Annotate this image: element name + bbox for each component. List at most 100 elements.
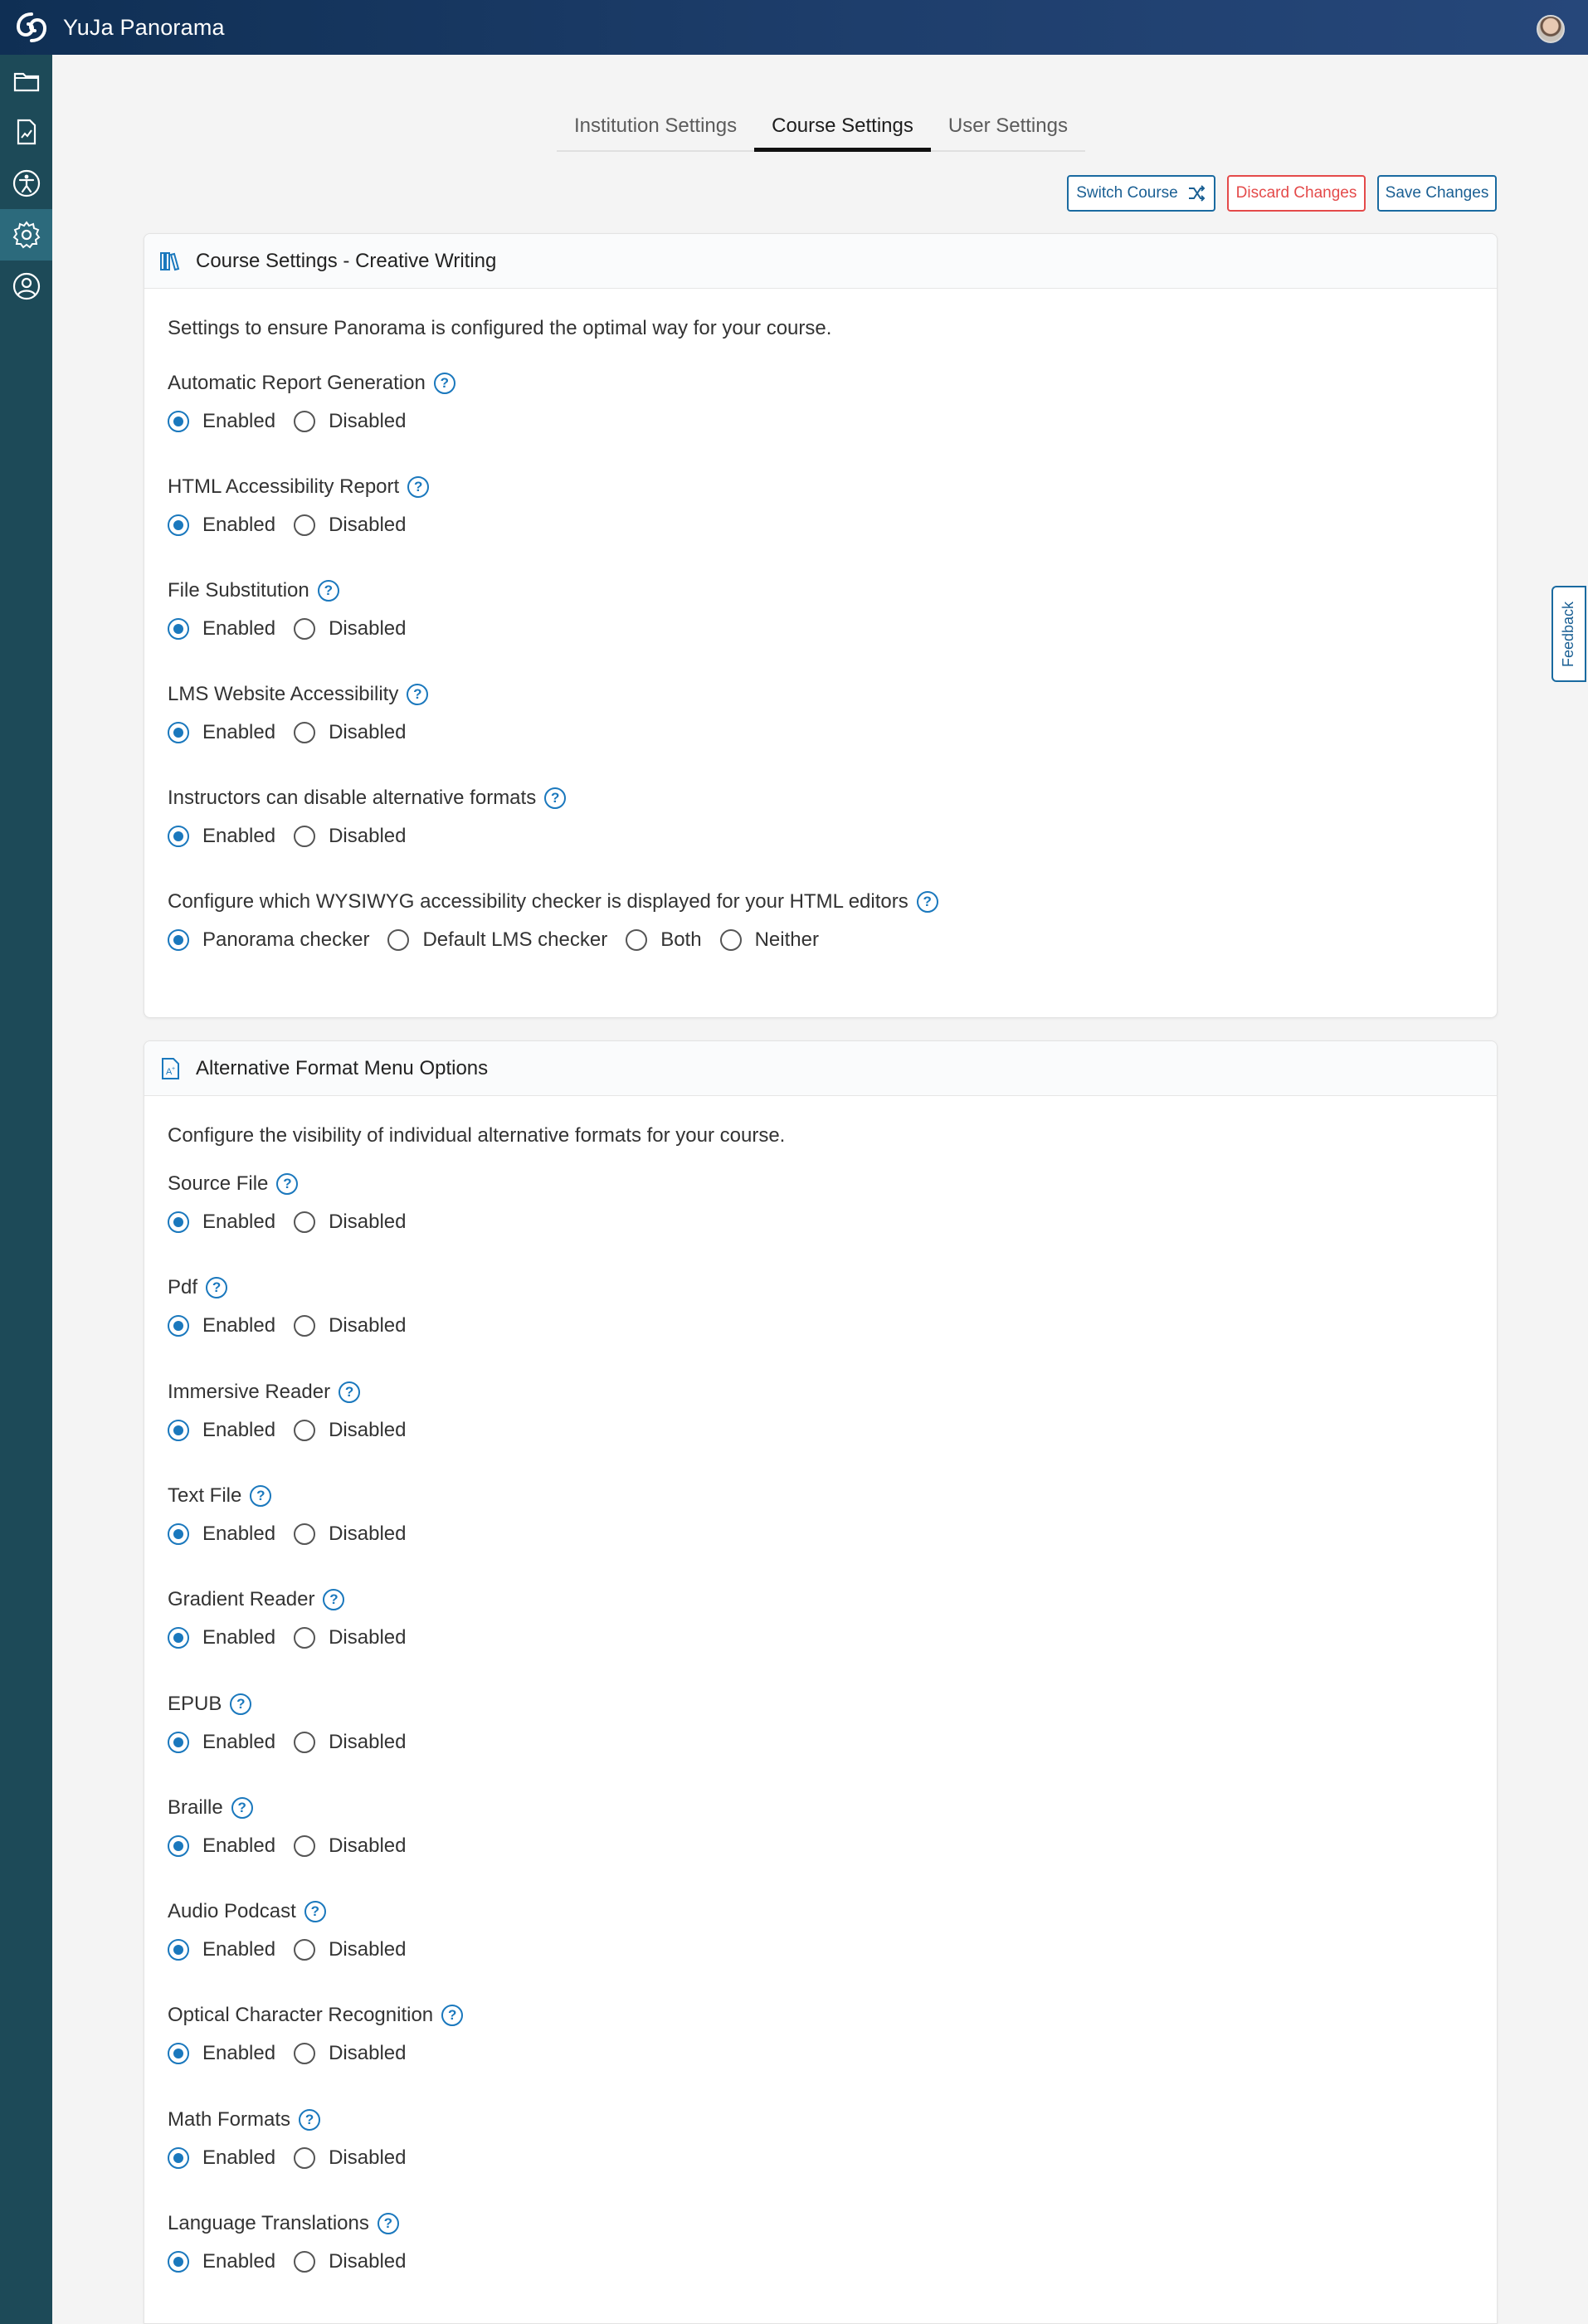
radio-button[interactable] [168,1211,189,1233]
radio-button[interactable] [294,411,316,432]
radio-option-disabled[interactable]: Disabled [294,617,406,641]
radio-button[interactable] [168,1627,189,1649]
radio-button[interactable] [387,929,410,951]
help-icon[interactable]: ? [407,476,430,498]
radio-option-disabled[interactable]: Disabled [294,1211,406,1234]
radio-option-enabled[interactable]: Enabled [168,2042,275,2065]
radio-option-enabled[interactable]: Enabled [168,1626,275,1649]
save-changes-button[interactable]: Save Changes [1377,175,1497,212]
radio-option-disabled[interactable]: Disabled [294,1419,406,1442]
radio-button[interactable] [294,2043,316,2065]
help-icon[interactable]: ? [250,1484,272,1507]
radio-option-disabled[interactable]: Disabled [294,2250,406,2273]
radio-option-enabled[interactable]: Enabled [168,514,275,537]
feedback-button[interactable]: Feedback [1551,586,1586,682]
sidebar-item-files[interactable] [0,55,52,106]
radio-button[interactable] [168,411,189,432]
help-icon[interactable]: ? [231,1796,253,1819]
switch-course-button[interactable]: Switch Course [1067,175,1215,212]
radio-option-enabled[interactable]: Enabled [168,410,275,433]
help-icon[interactable]: ? [317,580,339,602]
radio-option-enabled[interactable]: Enabled [168,1523,275,1546]
radio-option-enabled[interactable]: Enabled [168,721,275,744]
help-icon[interactable]: ? [299,2108,321,2131]
radio-button[interactable] [168,1731,189,1753]
radio-button[interactable] [294,2146,316,2169]
help-icon[interactable]: ? [433,373,455,394]
radio-button[interactable] [294,1315,316,1337]
radio-button[interactable] [719,929,742,951]
radio-button[interactable] [168,1834,189,1857]
radio-button[interactable] [294,1211,316,1233]
radio-button[interactable] [294,2251,316,2273]
radio-button[interactable] [168,1939,189,1961]
radio-option-default-lms-checker[interactable]: Default LMS checker [387,928,607,952]
radio-option-enabled[interactable]: Enabled [168,825,275,848]
sidebar-item-settings[interactable] [0,209,52,261]
radio-option-neither[interactable]: Neither [719,928,819,952]
yuja-logo-icon[interactable] [13,9,50,46]
help-icon[interactable]: ? [339,1381,361,1403]
radio-button[interactable] [168,1523,189,1545]
sidebar-item-profile[interactable] [0,261,52,312]
help-icon[interactable]: ? [441,2005,464,2027]
radio-option-enabled[interactable]: Enabled [168,1834,275,1858]
discard-changes-button[interactable]: Discard Changes [1227,175,1366,212]
radio-option-enabled[interactable]: Enabled [168,2250,275,2273]
radio-option-disabled[interactable]: Disabled [294,2042,406,2065]
radio-button[interactable] [294,618,316,640]
help-icon[interactable]: ? [407,684,429,705]
radio-option-disabled[interactable]: Disabled [294,825,406,848]
radio-option-disabled[interactable]: Disabled [294,410,406,433]
tab-institution-settings[interactable]: Institution Settings [557,108,754,150]
radio-button[interactable] [294,1627,316,1649]
radio-button[interactable] [294,514,316,536]
radio-option-disabled[interactable]: Disabled [294,1314,406,1337]
help-icon[interactable]: ? [916,891,938,913]
radio-option-disabled[interactable]: Disabled [294,1938,406,1961]
radio-button[interactable] [294,1731,316,1753]
radio-button[interactable] [168,1419,189,1441]
radio-option-enabled[interactable]: Enabled [168,1419,275,1442]
radio-option-enabled[interactable]: Enabled [168,2146,275,2170]
radio-option-disabled[interactable]: Disabled [294,1523,406,1546]
user-avatar[interactable] [1537,15,1565,43]
radio-option-enabled[interactable]: Enabled [168,1731,275,1754]
radio-button[interactable] [168,929,189,951]
radio-option-disabled[interactable]: Disabled [294,2146,406,2170]
radio-option-enabled[interactable]: Enabled [168,1938,275,1961]
radio-option-disabled[interactable]: Disabled [294,514,406,537]
help-icon[interactable]: ? [230,1693,252,1715]
tab-user-settings[interactable]: User Settings [931,108,1085,150]
radio-button[interactable] [168,2043,189,2065]
help-icon[interactable]: ? [323,1589,345,1611]
radio-option-enabled[interactable]: Enabled [168,617,275,641]
radio-button[interactable] [168,514,189,536]
radio-button[interactable] [294,1419,316,1441]
help-icon[interactable]: ? [544,787,567,809]
help-icon[interactable]: ? [377,2213,399,2234]
radio-button[interactable] [294,1939,316,1961]
radio-button[interactable] [168,2146,189,2169]
radio-button[interactable] [168,1315,189,1337]
radio-option-enabled[interactable]: Enabled [168,1211,275,1234]
sidebar-item-accessibility[interactable] [0,158,52,209]
radio-option-panorama-checker[interactable]: Panorama checker [168,928,369,952]
radio-button[interactable] [168,826,189,847]
radio-option-disabled[interactable]: Disabled [294,1626,406,1649]
radio-button[interactable] [294,1834,316,1857]
help-icon[interactable]: ? [304,1901,326,1923]
radio-button[interactable] [294,722,316,743]
radio-button[interactable] [626,929,648,951]
help-icon[interactable]: ? [206,1277,228,1299]
radio-option-disabled[interactable]: Disabled [294,721,406,744]
help-icon[interactable]: ? [276,1173,299,1195]
tab-course-settings[interactable]: Course Settings [754,108,931,152]
radio-button[interactable] [168,722,189,743]
radio-option-enabled[interactable]: Enabled [168,1314,275,1337]
radio-button[interactable] [294,826,316,847]
radio-option-both[interactable]: Both [626,928,702,952]
radio-option-disabled[interactable]: Disabled [294,1731,406,1754]
radio-option-disabled[interactable]: Disabled [294,1834,406,1858]
radio-button[interactable] [168,2251,189,2273]
